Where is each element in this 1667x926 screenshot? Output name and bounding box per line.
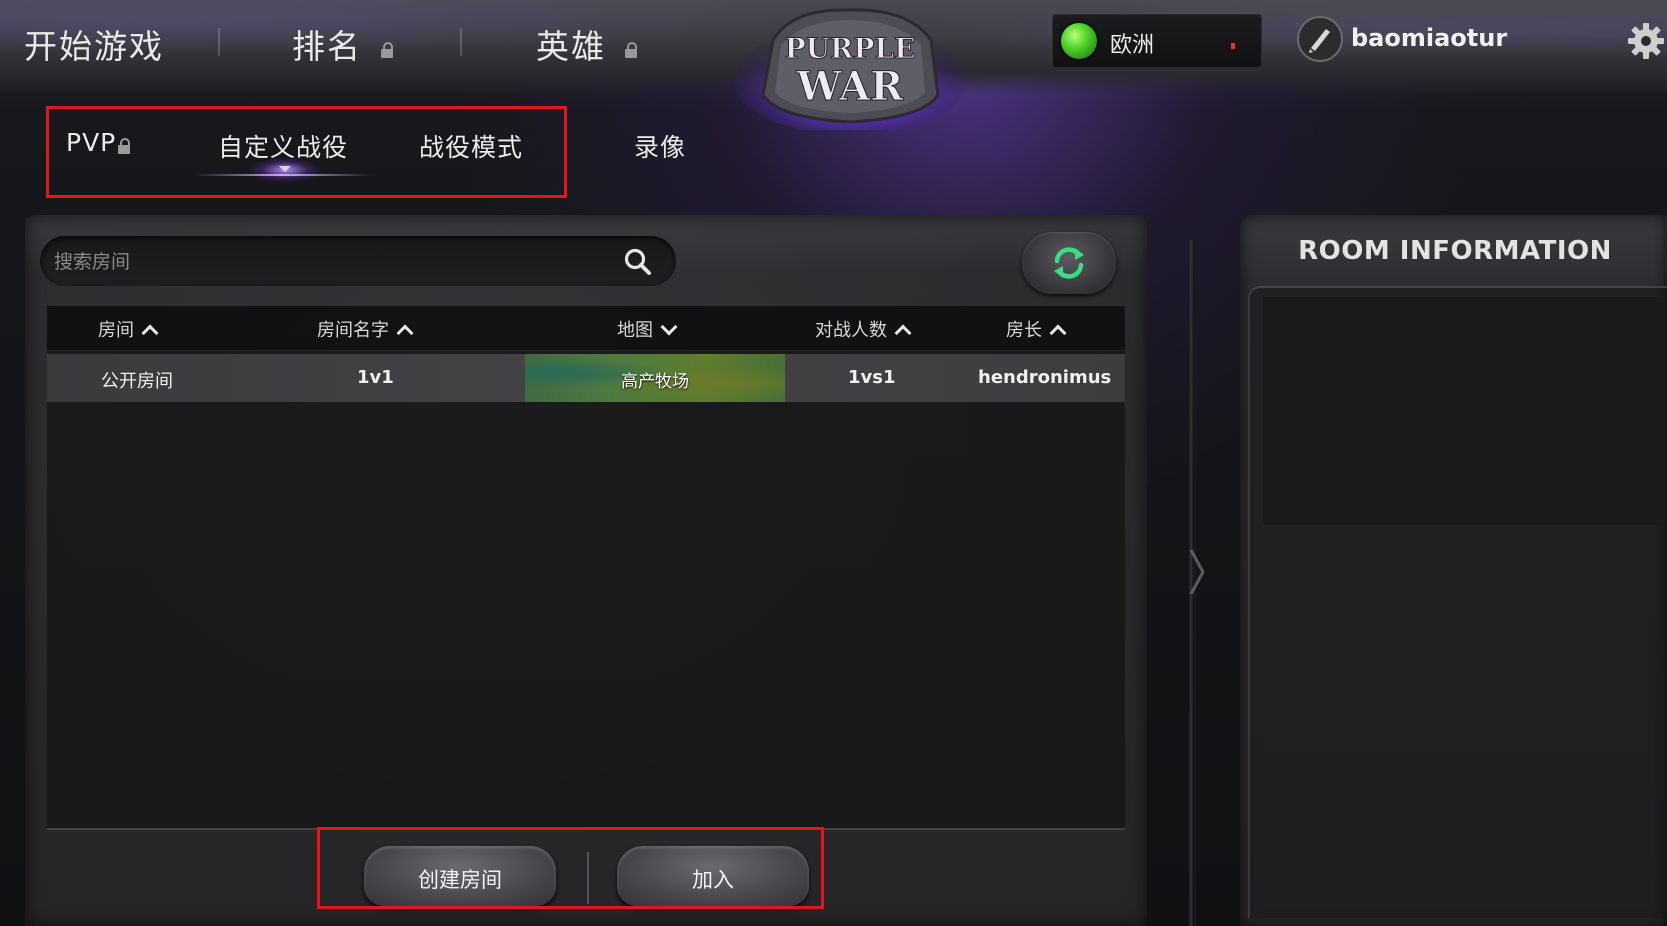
highlight-box-actions xyxy=(317,827,824,909)
nav-start-game[interactable]: 开始游戏 xyxy=(24,20,164,68)
sort-icon xyxy=(396,324,414,342)
column-header-host-label: 房长 xyxy=(1006,320,1042,341)
cell-map-name: 高产牧场 xyxy=(621,372,689,392)
cell-players: 1vs1 xyxy=(848,367,896,388)
region-label: 欧洲 xyxy=(1110,33,1155,58)
search-bar[interactable] xyxy=(40,236,676,288)
gear-icon[interactable] xyxy=(1625,20,1667,62)
nav-divider xyxy=(460,28,462,56)
nav-heroes-label: 英雄 xyxy=(536,27,606,66)
avatar-icon[interactable] xyxy=(1297,16,1343,62)
purple-war-logo: PURPLE WAR xyxy=(733,8,967,130)
nav-heroes[interactable]: 英雄 xyxy=(536,20,637,68)
column-header-room-name-label: 房间名字 xyxy=(317,320,389,341)
sort-icon xyxy=(660,318,678,336)
region-status-indicator xyxy=(1061,23,1097,59)
nav-divider xyxy=(218,28,220,56)
sort-icon xyxy=(141,324,159,342)
cell-room-name: 1v1 xyxy=(357,367,394,388)
sort-icon xyxy=(894,324,912,342)
column-header-room-label: 房间 xyxy=(98,320,134,341)
refresh-button[interactable] xyxy=(1022,232,1116,294)
search-icon[interactable] xyxy=(623,247,653,277)
lock-icon xyxy=(380,41,393,58)
search-input[interactable] xyxy=(52,236,616,288)
logo-line1: PURPLE xyxy=(785,32,916,65)
column-header-room[interactable]: 房间 xyxy=(98,316,159,342)
ping-indicator xyxy=(1231,43,1235,49)
logo-line2: WAR xyxy=(796,63,904,110)
highlight-box-tabs xyxy=(46,106,567,198)
tab-replays[interactable]: 录像 xyxy=(634,128,686,164)
room-info-content xyxy=(1263,297,1667,525)
column-header-map-label: 地图 xyxy=(617,320,653,341)
room-table: 房间 房间名字 地图 对战人数 房长 公开房间 1v1 高产牧场 1vs1 he… xyxy=(47,306,1125,828)
nav-ranking-label: 排名 xyxy=(292,27,362,66)
region-selector[interactable]: 欧洲 xyxy=(1052,14,1262,68)
game-lobby-screen: 开始游戏 排名 英雄 PURPLE WAR 欧洲 baomiaotur PVP … xyxy=(0,0,1667,926)
tab-replays-label: 录像 xyxy=(634,133,687,162)
username[interactable]: baomiaotur xyxy=(1351,24,1507,52)
column-header-players-label: 对战人数 xyxy=(815,320,887,341)
expand-arrow-icon[interactable] xyxy=(1188,548,1206,596)
column-header-map[interactable]: 地图 xyxy=(617,316,678,342)
column-header-players[interactable]: 对战人数 xyxy=(815,316,912,342)
avatar-icon-glyph xyxy=(1309,29,1330,53)
cell-host: hendronimus xyxy=(978,367,1112,388)
room-info-title: ROOM INFORMATION xyxy=(1298,236,1612,266)
map-thumbnail: 高产牧场 xyxy=(525,354,785,402)
sort-icon xyxy=(1049,324,1067,342)
nav-ranking[interactable]: 排名 xyxy=(292,20,393,68)
table-header: 房间 房间名字 地图 对战人数 房长 xyxy=(47,306,1125,351)
column-header-host[interactable]: 房长 xyxy=(1006,316,1067,342)
table-row[interactable]: 公开房间 1v1 高产牧场 1vs1 hendronimus xyxy=(47,354,1125,402)
refresh-icon xyxy=(1054,247,1084,279)
column-header-room-name[interactable]: 房间名字 xyxy=(317,316,414,342)
lock-icon xyxy=(624,41,637,58)
cell-room-type: 公开房间 xyxy=(101,371,173,392)
nav-start-game-label: 开始游戏 xyxy=(24,27,164,66)
